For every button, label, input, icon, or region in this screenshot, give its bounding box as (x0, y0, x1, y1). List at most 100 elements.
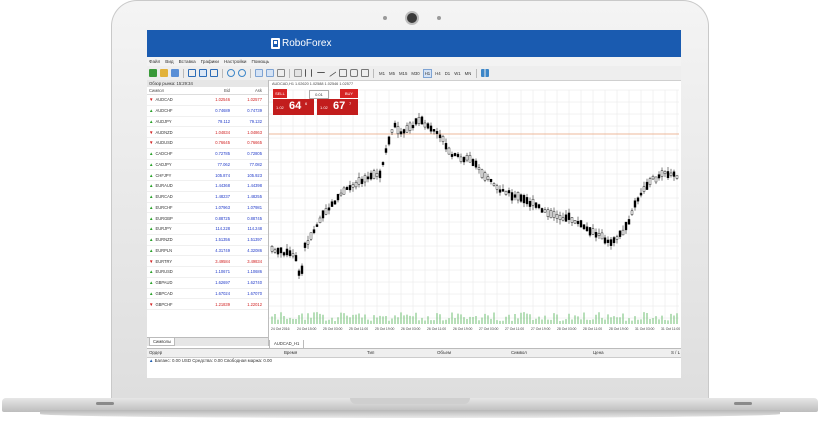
candle-body (651, 176, 655, 180)
timeframe-h4[interactable]: H4 (434, 70, 442, 77)
market-watch-row[interactable]: ▲ EURPLN 4.31749 4.32086 (147, 246, 268, 257)
lot-size-input[interactable]: 0.01 (309, 90, 329, 99)
candle-body (363, 175, 367, 183)
buy-price[interactable]: 1.02 67 7 (317, 99, 358, 115)
timeframe-h1[interactable]: H1 (422, 68, 433, 78)
bar-chart-icon[interactable] (188, 69, 196, 77)
market-watch-row[interactable]: ▲ EURCHF 1.07963 1.07981 (147, 203, 268, 214)
timeframe-m5[interactable]: M5 (388, 70, 396, 77)
chart-window[interactable]: 24 Oct 2016 24 Oct 15:00 25 Oct 03:00 25 Oc… (269, 80, 681, 346)
column-sl[interactable]: S / L (671, 350, 680, 355)
market-watch-row[interactable]: ▲ EURAUD 1.44368 1.44398 (147, 181, 268, 192)
toolbar: M1 M5 M15 M30 H1 H4 D1 W1 MN (147, 66, 681, 81)
templates-icon[interactable] (481, 69, 490, 77)
column-order[interactable]: Ордер (149, 350, 162, 355)
menu-item[interactable]: Графики (201, 59, 219, 64)
candle-body (639, 192, 643, 196)
new-order-icon[interactable] (149, 69, 157, 77)
menu-item[interactable]: Помощь (251, 59, 269, 64)
timeframe-mn[interactable]: MN (464, 70, 473, 77)
bid-price: 0.76645 (215, 140, 230, 146)
menu-item[interactable]: Настройки (224, 59, 247, 64)
market-watch-row[interactable]: ▲ EURNZD 1.51356 1.51397 (147, 235, 268, 246)
candle-body (654, 176, 658, 183)
market-watch-row[interactable]: ▼ EURTRY 3.49584 3.49834 (147, 256, 268, 267)
candle-body (312, 229, 316, 234)
zoom-out-icon[interactable] (238, 69, 246, 77)
open-folder-icon[interactable] (160, 69, 168, 77)
market-watch-row[interactable]: ▲ CADJPY 77.062 77.082 (147, 160, 268, 171)
candlestick-icon[interactable] (199, 69, 207, 77)
brand-header: RoboForex (147, 30, 681, 57)
market-watch-row[interactable]: ▼ GBPCHF 1.21839 1.22012 (147, 299, 268, 310)
sell-price[interactable]: 1.02 64 6 (273, 99, 314, 115)
time-axis-label: 27 Oct 03:00 (479, 327, 499, 331)
market-watch-row[interactable]: ▲ EURGBP 0.88725 0.88745 (147, 213, 268, 224)
tab-symbols[interactable]: Символы (149, 338, 176, 346)
market-watch-row[interactable]: ▲ EURCAD 1.48237 1.48255 (147, 192, 268, 203)
market-watch-row[interactable]: ▲ CHFJPY 105.874 105.923 (147, 170, 268, 181)
column-symbol[interactable]: Символ (147, 87, 195, 94)
column-symbol[interactable]: Символ (511, 350, 527, 355)
ask-price: 1.10686 (247, 269, 262, 275)
profiles-icon[interactable] (171, 69, 179, 77)
market-watch-row[interactable]: ▲ GBPAUD 1.62697 1.62740 (147, 278, 268, 289)
candle-body (423, 122, 427, 128)
column-bid[interactable]: Bid (195, 87, 230, 94)
market-watch-row[interactable]: ▼ AUDUSD 0.76645 0.76665 (147, 138, 268, 149)
column-ask[interactable]: Ask (230, 87, 265, 94)
market-watch-row[interactable]: ▲ EURJPY 114.228 114.248 (147, 224, 268, 235)
trendline-icon[interactable] (327, 69, 337, 77)
crosshair-icon[interactable] (305, 69, 308, 77)
brand-name: RoboForex (282, 38, 332, 49)
market-watch-row[interactable]: ▲ CADCHF 0.72785 0.72805 (147, 149, 268, 160)
market-watch-row[interactable]: ▼ AUDNZD 1.04834 1.04863 (147, 127, 268, 138)
candle-body (501, 189, 505, 192)
tile-windows-icon[interactable] (255, 69, 263, 77)
menu-item[interactable]: Вставка (179, 59, 196, 64)
arrow-up-icon: ▲ (149, 290, 154, 296)
column-type[interactable]: Тип (367, 350, 374, 355)
horizontal-line-icon[interactable] (317, 71, 325, 75)
menu-item[interactable]: Вид (165, 59, 173, 64)
vertical-line-icon[interactable] (311, 69, 314, 77)
text-icon[interactable] (350, 69, 358, 77)
sell-price-prefix: 1.02 (276, 105, 284, 110)
cursor-icon[interactable] (294, 69, 302, 77)
symbol-cell: ▼ EURTRY (147, 259, 195, 264)
chart-shift-icon[interactable] (266, 69, 274, 77)
column-price[interactable]: Цена (593, 350, 604, 355)
arrows-icon[interactable] (361, 69, 369, 77)
price-chart[interactable]: 24 Oct 2016 24 Oct 15:00 25 Oct 03:00 25 Oc… (269, 80, 681, 340)
buy-button[interactable]: BUY (340, 89, 358, 98)
candle-body (279, 247, 283, 254)
timeframe-d1[interactable]: D1 (444, 70, 452, 77)
market-watch-row[interactable]: ▼ AUDCAD 1.02546 1.02577 (147, 95, 268, 106)
indicators-icon[interactable] (277, 69, 285, 77)
column-time[interactable]: Время (284, 350, 297, 355)
arrow-up-icon: ▲ (149, 247, 154, 253)
candle-body (591, 228, 595, 235)
candle-body (633, 200, 637, 208)
market-watch-row[interactable]: ▲ AUDCHF 0.74689 0.74739 (147, 106, 268, 117)
column-volume[interactable]: Объем (437, 350, 451, 355)
menu-item[interactable]: Файл (149, 59, 160, 64)
market-watch-row[interactable]: ▲ GBPCAD 1.67024 1.67070 (147, 289, 268, 300)
timeframe-m30[interactable]: M30 (410, 70, 420, 77)
candle-body (288, 250, 292, 257)
symbol-name: EURJPY (155, 226, 172, 232)
zoom-in-icon[interactable] (227, 69, 235, 77)
candle-body (648, 178, 652, 185)
timeframe-w1[interactable]: W1 (453, 70, 461, 77)
market-watch-row[interactable]: ▲ AUDJPY 79.112 79.132 (147, 117, 268, 128)
symbol-name: CADCHF (155, 151, 173, 157)
time-axis-label: 24 Oct 2016 (271, 327, 290, 331)
line-chart-icon[interactable] (210, 69, 218, 77)
sell-button[interactable]: SELL (273, 89, 287, 98)
equidistant-channel-icon[interactable] (339, 69, 347, 77)
candle-body (324, 208, 328, 215)
timeframe-m1[interactable]: M1 (378, 70, 386, 77)
market-watch-row[interactable]: ▲ EURUSD 1.10671 1.10686 (147, 267, 268, 278)
symbol-name: EURTRY (155, 258, 173, 264)
timeframe-m15[interactable]: M15 (398, 70, 408, 77)
